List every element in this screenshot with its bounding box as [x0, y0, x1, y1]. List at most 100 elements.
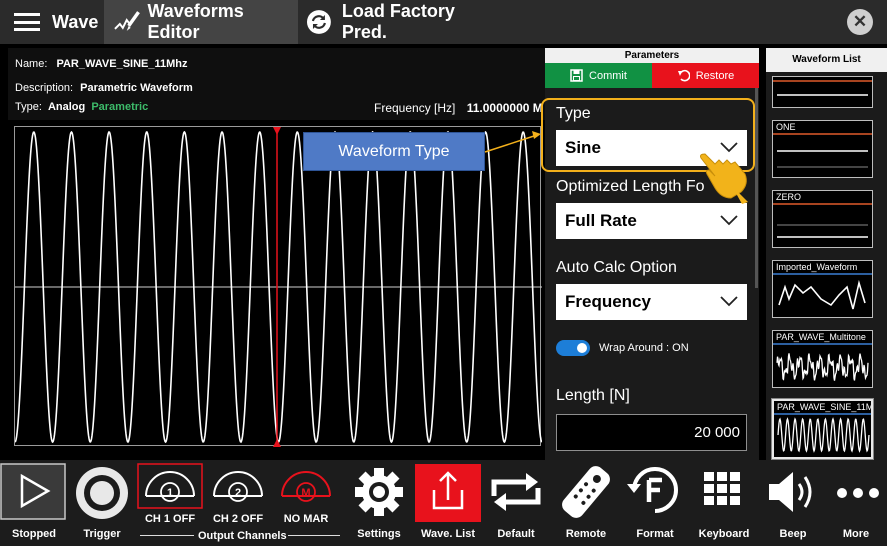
length-label: Length [N] — [556, 387, 630, 404]
settings-label: Settings — [357, 528, 401, 540]
stopped-button[interactable]: Stopped — [0, 460, 68, 546]
waveform-thumbnail — [773, 133, 872, 168]
wrap-around-toggle[interactable] — [556, 340, 590, 356]
waveform-item-name: PAR_WAVE_SINE_11Mhz — [777, 402, 871, 412]
tab-waveforms-editor-label: Waveforms Editor — [147, 1, 244, 42]
channel-2-label: CH 2 OFF — [212, 513, 264, 525]
top-bar: Wave Waveforms Editor Load Factory Pred.… — [0, 0, 887, 44]
bottom-toolbar: Stopped Trigger 1 CH 1 OFF 2 CH 2 OFF M … — [0, 460, 887, 546]
waveform-type-callout: Waveform Type — [303, 132, 485, 171]
wave-list-button[interactable]: Wave. List — [414, 460, 482, 546]
waveform-plot[interactable] — [14, 126, 542, 447]
waveform-canvas — [15, 127, 542, 447]
format-icon — [627, 467, 678, 513]
trigger-icon — [76, 467, 128, 519]
beep-label: Beep — [779, 528, 807, 540]
load-factory-label: Load Factory Pred. — [341, 1, 455, 42]
commit-button[interactable]: Commit — [545, 63, 652, 88]
output-channels-divider — [288, 535, 340, 536]
waveform-thumbnail — [773, 273, 872, 310]
keyboard-icon — [704, 472, 740, 505]
optimized-length-value: Full Rate — [565, 211, 637, 230]
menu-wave-label: Wave — [52, 11, 99, 32]
output-channels-divider — [140, 535, 194, 536]
waveform-list-item[interactable]: ONE — [772, 120, 873, 178]
remote-icon — [562, 466, 610, 518]
waveform-list-item[interactable] — [772, 76, 873, 108]
waveform-edit-icon — [114, 11, 140, 31]
waveform-list-panel: Waveform List ONE ZERO Imported_Waveform… — [766, 48, 887, 460]
settings-button[interactable]: Settings — [345, 460, 413, 546]
waveform-info: Name: PAR_WAVE_SINE_11Mhz Description: P… — [8, 48, 545, 120]
upload-icon — [415, 464, 481, 522]
play-icon — [0, 463, 66, 520]
keyboard-button[interactable]: Keyboard — [690, 460, 758, 546]
undo-icon — [677, 69, 690, 82]
format-button[interactable]: Format — [621, 460, 689, 546]
type-field-label: Type — [556, 105, 591, 122]
frequency-label: Frequency [Hz] — [374, 101, 456, 115]
speaker-icon — [769, 472, 812, 512]
channel-1-label: CH 1 OFF — [144, 513, 196, 525]
more-button[interactable]: More — [825, 460, 887, 546]
gear-icon — [355, 468, 403, 516]
load-factory-button[interactable]: Load Factory Pred. — [304, 0, 504, 44]
optimized-length-label: Optimized Length Fo — [556, 178, 705, 195]
waveform-thumbnail — [773, 80, 872, 96]
commit-label: Commit — [589, 69, 627, 82]
trigger-button[interactable]: Trigger — [68, 460, 136, 546]
close-icon: ✕ — [852, 12, 868, 31]
remote-button[interactable]: Remote — [552, 460, 620, 546]
length-input[interactable]: 20 000 — [556, 414, 747, 451]
parameters-title: Parameters — [545, 48, 759, 63]
marker-triangle — [273, 127, 281, 135]
stopped-label: Stopped — [12, 528, 56, 540]
pointer-arrow-icon — [732, 186, 748, 204]
waveform-thumbnail — [773, 343, 872, 381]
waveform-list-item[interactable]: ZERO — [772, 190, 873, 248]
channel-1-number: 1 — [167, 487, 173, 499]
type-mode: Parametric — [91, 101, 149, 113]
optimized-length-dropdown[interactable]: Full Rate — [556, 203, 747, 239]
waveform-list-title: Waveform List — [766, 48, 887, 72]
auto-calc-dropdown[interactable]: Frequency — [556, 284, 747, 320]
waveform-item-name: Imported_Waveform — [776, 262, 858, 272]
waveform-item-name: PAR_WAVE_Multitone — [776, 332, 866, 342]
waveform-item-name: ZERO — [776, 192, 802, 202]
waveform-list-item-selected[interactable]: PAR_WAVE_SINE_11Mhz — [772, 399, 873, 459]
channel-1-icon: 1 — [137, 463, 203, 509]
auto-calc-value: Frequency — [565, 292, 651, 311]
waveform-item-name: ONE — [776, 122, 796, 132]
menu-wave[interactable]: Wave — [0, 0, 104, 44]
remote-label: Remote — [565, 528, 607, 540]
type-value: Analog — [47, 101, 86, 113]
default-button[interactable]: Default — [482, 460, 550, 546]
restore-button[interactable]: Restore — [652, 63, 759, 88]
more-label: More — [842, 528, 870, 540]
more-dots-icon — [837, 488, 879, 498]
type-dropdown-value: Sine — [565, 138, 601, 157]
waveform-list-item[interactable]: PAR_WAVE_Multitone — [772, 330, 873, 388]
beep-button[interactable]: Beep — [759, 460, 827, 546]
output-channels-label: Output Channels — [198, 530, 287, 542]
refresh-icon — [306, 10, 331, 34]
marker-label: NO MAR — [283, 513, 329, 525]
marker-icon: M — [281, 471, 331, 502]
name-label: Name: — [15, 58, 48, 70]
marker-letter: M — [301, 487, 310, 499]
wave-list-label: Wave. List — [421, 528, 475, 540]
description-value: Parametric Waveform — [80, 82, 193, 94]
channel-1-button[interactable]: 1 CH 1 OFF — [136, 460, 204, 546]
wrap-around-label: Wrap Around : ON — [599, 342, 689, 354]
chevron-down-icon — [720, 296, 738, 307]
tab-waveforms-editor[interactable]: Waveforms Editor — [104, 0, 298, 44]
waveform-list-item[interactable]: Imported_Waveform — [772, 260, 873, 318]
restore-label: Restore — [695, 69, 735, 82]
channel-2-number: 2 — [235, 487, 241, 499]
frequency-value: 11.0000000 M — [466, 101, 543, 115]
repeat-icon — [491, 473, 541, 511]
auto-calc-label: Auto Calc Option — [556, 259, 677, 276]
keyboard-label: Keyboard — [698, 528, 750, 540]
save-icon — [570, 69, 583, 82]
close-button[interactable]: ✕ — [847, 9, 873, 35]
